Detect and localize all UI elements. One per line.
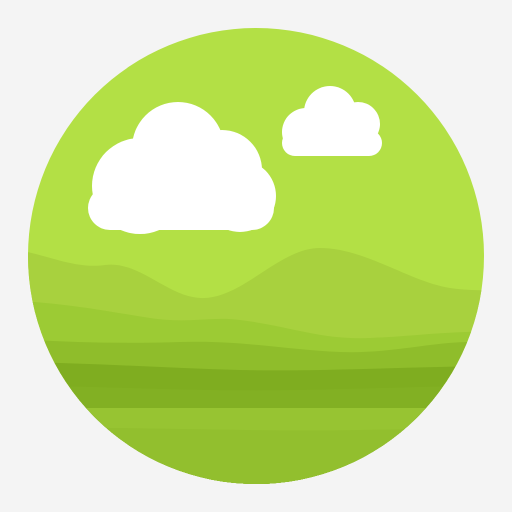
lake-ripple bbox=[28, 427, 484, 484]
landscape-icon bbox=[28, 28, 484, 484]
icon-circle bbox=[28, 28, 484, 484]
app-icon-canvas bbox=[0, 0, 512, 512]
